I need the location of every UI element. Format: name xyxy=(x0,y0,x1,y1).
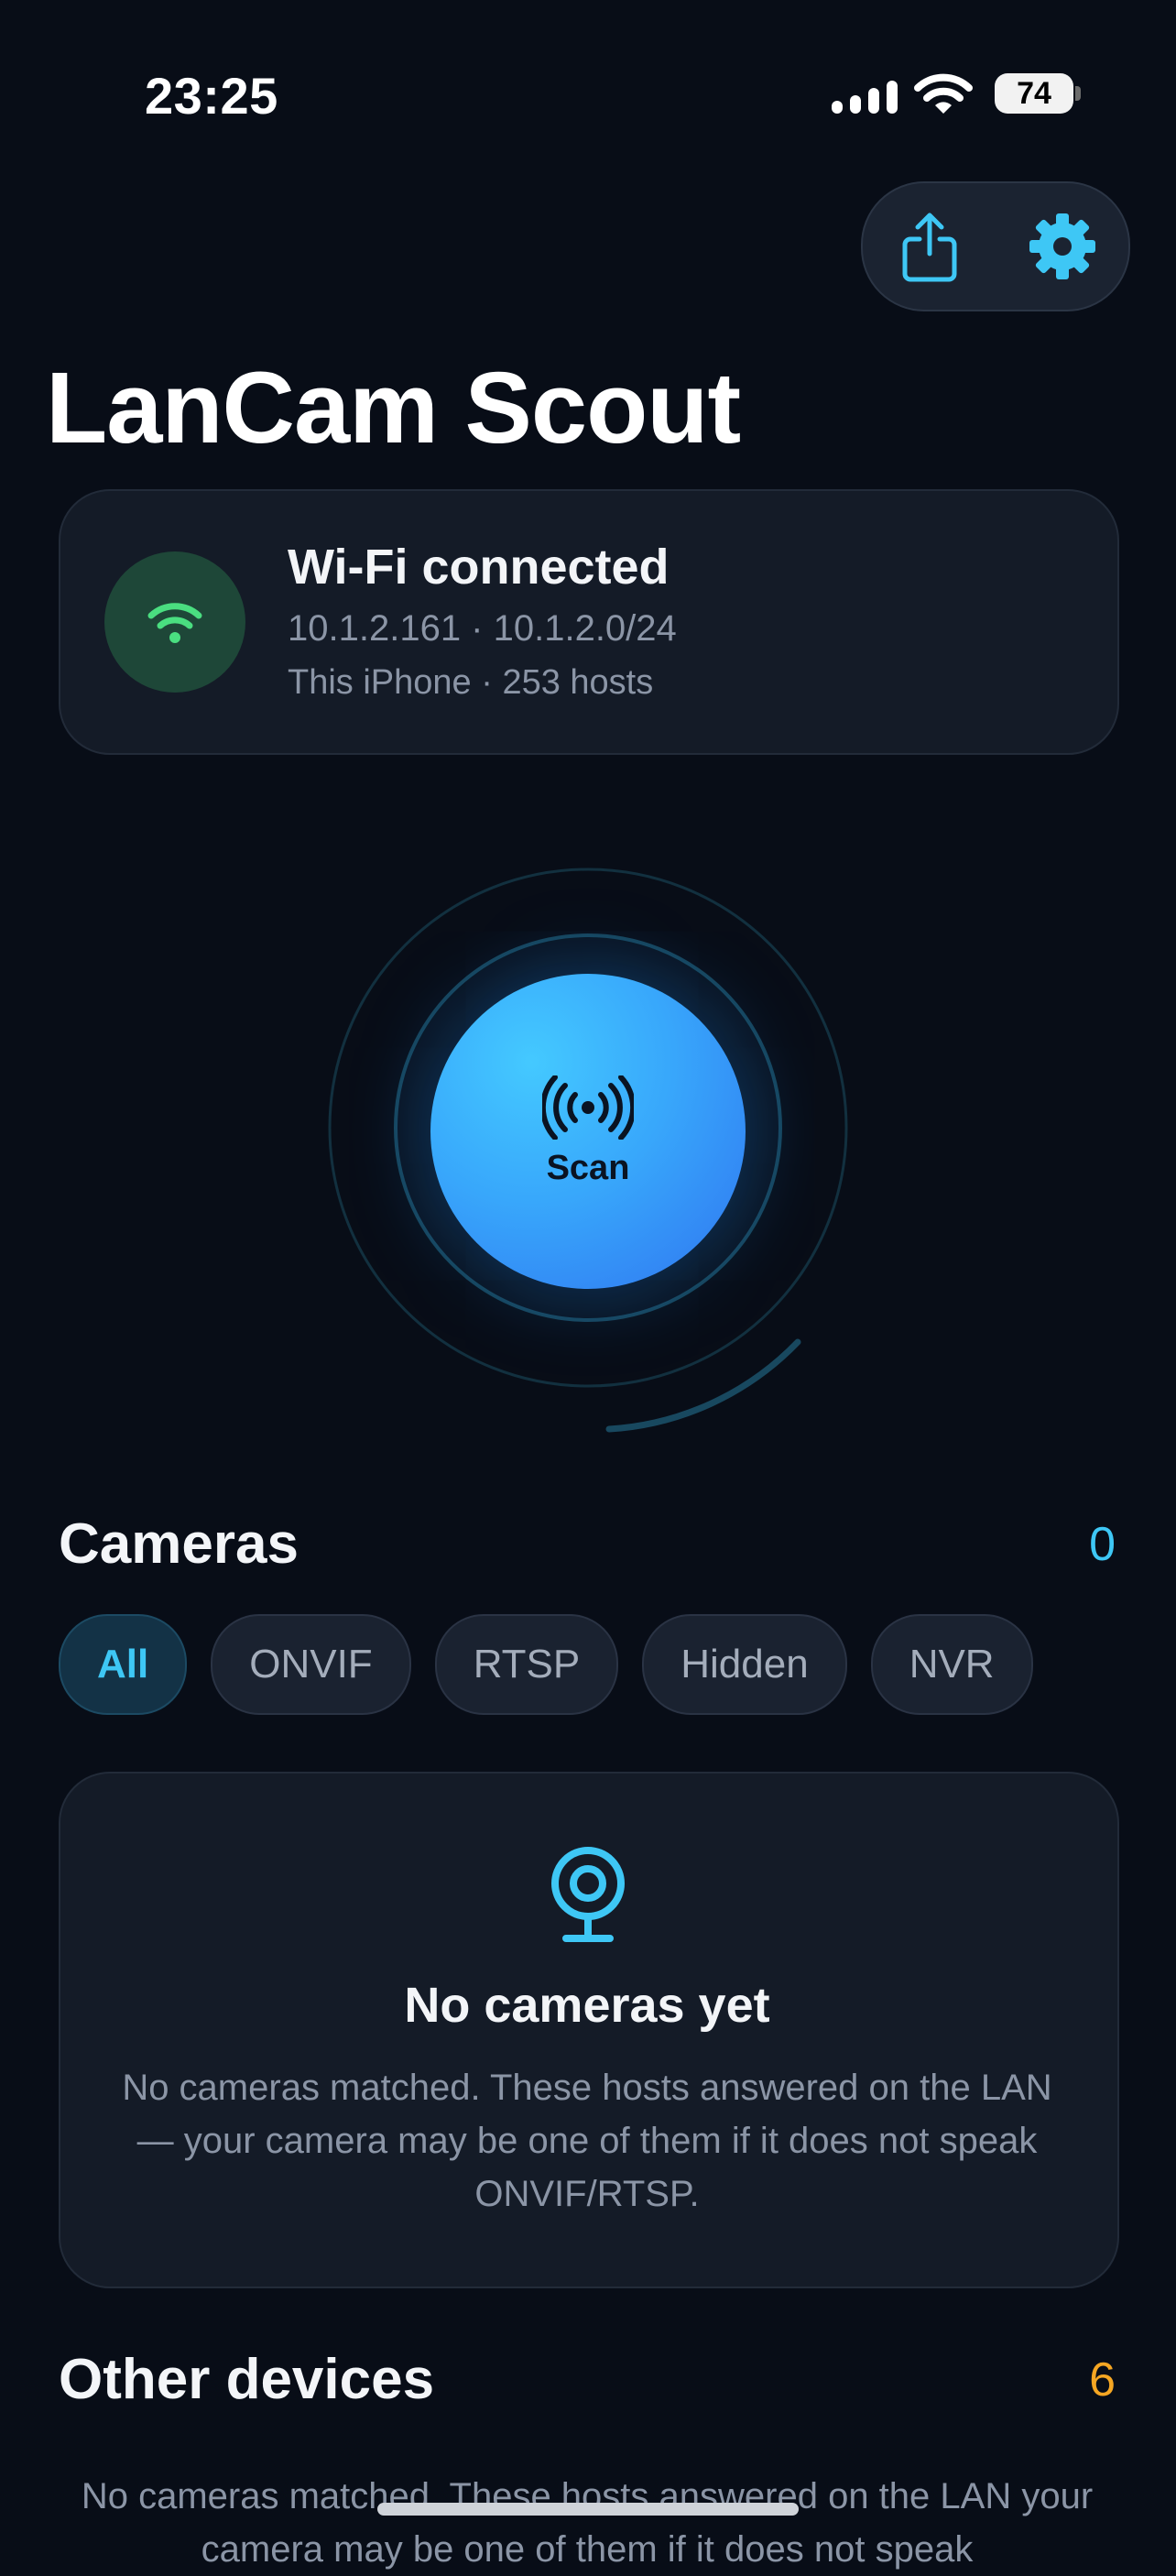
share-button[interactable] xyxy=(888,205,971,288)
gear-icon xyxy=(1029,213,1095,279)
cameras-section-title: Cameras xyxy=(59,1512,299,1576)
filter-chip-onvif[interactable]: ONVIF xyxy=(211,1614,411,1715)
network-icon-badge xyxy=(104,551,245,693)
other-devices-title: Other devices xyxy=(59,2348,435,2411)
wifi-icon xyxy=(147,603,202,643)
battery-indicator: 74 xyxy=(995,73,1073,114)
empty-state-message: No cameras matched. These hosts answered… xyxy=(122,2068,1052,2214)
other-devices-message: No cameras matched. These hosts answered… xyxy=(81,2476,1094,2570)
filter-chip-hidden[interactable]: Hidden xyxy=(642,1614,847,1715)
filter-chip-all[interactable]: All xyxy=(59,1614,188,1715)
network-detail: This iPhone · 253 hosts xyxy=(288,663,654,702)
network-address: 10.1.2.161 · 10.1.2.0/24 xyxy=(288,608,677,649)
home-indicator[interactable] xyxy=(377,2503,799,2516)
cellular-signal-icon xyxy=(832,81,898,114)
page-title: LanCam Scout xyxy=(46,352,741,464)
wifi-status-icon xyxy=(914,73,973,114)
battery-cap xyxy=(1075,86,1081,101)
settings-button[interactable] xyxy=(1021,205,1104,288)
broadcast-icon xyxy=(542,1075,634,1140)
other-devices-count: 6 xyxy=(1089,2353,1116,2407)
cameras-count: 0 xyxy=(1089,1518,1116,1571)
filter-chip-nvr[interactable]: NVR xyxy=(870,1614,1033,1715)
filter-chip-rtsp[interactable]: RTSP xyxy=(434,1614,619,1715)
camera-filter-chips: All ONVIF RTSP Hidden NVR xyxy=(59,1614,1033,1715)
scan-label: Scan xyxy=(546,1148,630,1187)
empty-state-title: No cameras yet xyxy=(404,1978,770,2033)
share-icon xyxy=(902,213,956,282)
header-actions xyxy=(861,181,1130,311)
network-status-title: Wi-Fi connected xyxy=(288,540,670,595)
webcam-icon xyxy=(551,1847,625,1942)
scan-button[interactable]: Scan xyxy=(430,974,746,1289)
status-time: 23:25 xyxy=(145,67,278,125)
